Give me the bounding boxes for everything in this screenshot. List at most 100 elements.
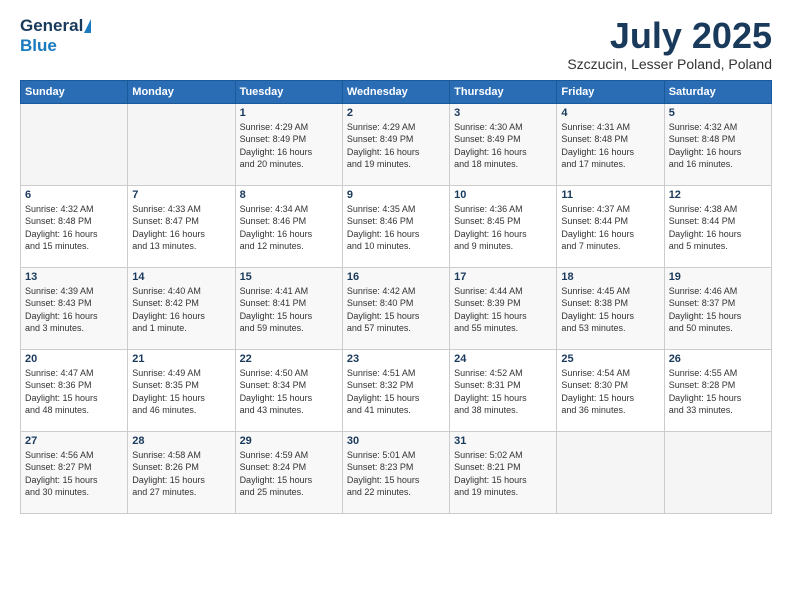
day-number: 23 (347, 353, 445, 365)
location: Szczucin, Lesser Poland, Poland (567, 56, 772, 72)
day-number: 9 (347, 189, 445, 201)
calendar-cell (557, 431, 664, 513)
header-thursday: Thursday (450, 80, 557, 103)
calendar-cell: 16Sunrise: 4:42 AM Sunset: 8:40 PM Dayli… (342, 267, 449, 349)
day-info: Sunrise: 4:32 AM Sunset: 8:48 PM Dayligh… (669, 121, 767, 171)
day-number: 8 (240, 189, 338, 201)
logo-arrow-icon (84, 19, 98, 33)
day-number: 4 (561, 107, 659, 119)
day-info: Sunrise: 4:32 AM Sunset: 8:48 PM Dayligh… (25, 203, 123, 253)
calendar-cell: 28 Sunrise: 4:58 AM Sunset: 8:26 PM Dayli… (128, 431, 235, 513)
header-monday: Monday (128, 80, 235, 103)
day-number: 31 (454, 435, 552, 447)
day-info: Sunrise: 4:50 AM Sunset: 8:34 PM Dayligh… (240, 367, 338, 417)
calendar-header-row: Sunday Monday Tuesday Wednesday Thursday… (21, 80, 772, 103)
calendar-cell (128, 103, 235, 185)
day-info: Sunrise: 4:47 AM Sunset: 8:36 PM Dayligh… (25, 367, 123, 417)
calendar-cell: 30 Sunrise: 5:01 AM Sunset: 8:23 PM Dayli… (342, 431, 449, 513)
day-info: Sunrise: 4:59 AM Sunset: 8:24 PM Dayligh… (240, 449, 338, 499)
day-info: Sunrise: 4:33 AM Sunset: 8:47 PM Dayligh… (132, 203, 230, 253)
header-saturday: Saturday (664, 80, 771, 103)
calendar-cell: 4 Sunrise: 4:31 AM Sunset: 8:48 PM Daylig… (557, 103, 664, 185)
calendar-cell: 2 Sunrise: 4:29 AM Sunset: 8:49 PM Daylig… (342, 103, 449, 185)
day-info: Sunrise: 5:02 AM Sunset: 8:21 PM Dayligh… (454, 449, 552, 499)
day-info: Sunrise: 4:39 AM Sunset: 8:43 PM Dayligh… (25, 285, 123, 335)
calendar-cell: 12Sunrise: 4:38 AM Sunset: 8:44 PM Dayli… (664, 185, 771, 267)
day-number: 18 (561, 271, 659, 283)
day-number: 27 (25, 435, 123, 447)
day-number: 5 (669, 107, 767, 119)
day-number: 13 (25, 271, 123, 283)
calendar-cell: 23 Sunrise: 4:51 AM Sunset: 8:32 PM Dayli… (342, 349, 449, 431)
day-number: 6 (25, 189, 123, 201)
day-number: 25 (561, 353, 659, 365)
calendar-cell: 29 Sunrise: 4:59 AM Sunset: 8:24 PM Dayli… (235, 431, 342, 513)
calendar-cell: 27Sunrise: 4:56 AM Sunset: 8:27 PM Dayli… (21, 431, 128, 513)
calendar-cell: 14Sunrise: 4:40 AM Sunset: 8:42 PM Dayli… (128, 267, 235, 349)
day-info: Sunrise: 4:49 AM Sunset: 8:35 PM Dayligh… (132, 367, 230, 417)
day-info: Sunrise: 4:51 AM Sunset: 8:32 PM Dayligh… (347, 367, 445, 417)
day-info: Sunrise: 5:01 AM Sunset: 8:23 PM Dayligh… (347, 449, 445, 499)
day-info: Sunrise: 4:38 AM Sunset: 8:44 PM Dayligh… (669, 203, 767, 253)
calendar-cell: 10 Sunrise: 4:36 AM Sunset: 8:45 PM Dayli… (450, 185, 557, 267)
day-info: Sunrise: 4:30 AM Sunset: 8:49 PM Dayligh… (454, 121, 552, 171)
week-row-1: 1 Sunrise: 4:29 AM Sunset: 8:49 PM Daylig… (21, 103, 772, 185)
calendar-cell: 3 Sunrise: 4:30 AM Sunset: 8:49 PM Daylig… (450, 103, 557, 185)
calendar-cell: 24Sunrise: 4:52 AM Sunset: 8:31 PM Dayli… (450, 349, 557, 431)
day-number: 3 (454, 107, 552, 119)
calendar-cell: 5 Sunrise: 4:32 AM Sunset: 8:48 PM Daylig… (664, 103, 771, 185)
week-row-4: 20Sunrise: 4:47 AM Sunset: 8:36 PM Dayli… (21, 349, 772, 431)
logo-general-text: General (20, 16, 83, 36)
day-number: 24 (454, 353, 552, 365)
day-number: 28 (132, 435, 230, 447)
calendar-cell: 19 Sunrise: 4:46 AM Sunset: 8:37 PM Dayli… (664, 267, 771, 349)
day-info: Sunrise: 4:31 AM Sunset: 8:48 PM Dayligh… (561, 121, 659, 171)
calendar-cell: 18Sunrise: 4:45 AM Sunset: 8:38 PM Dayli… (557, 267, 664, 349)
calendar-cell: 11 Sunrise: 4:37 AM Sunset: 8:44 PM Dayli… (557, 185, 664, 267)
day-info: Sunrise: 4:46 AM Sunset: 8:37 PM Dayligh… (669, 285, 767, 335)
week-row-2: 6 Sunrise: 4:32 AM Sunset: 8:48 PM Daylig… (21, 185, 772, 267)
logo-blue-text: Blue (20, 36, 57, 56)
month-title: July 2025 (567, 16, 772, 56)
day-number: 11 (561, 189, 659, 201)
calendar-cell: 13 Sunrise: 4:39 AM Sunset: 8:43 PM Dayli… (21, 267, 128, 349)
header-friday: Friday (557, 80, 664, 103)
day-number: 21 (132, 353, 230, 365)
day-number: 29 (240, 435, 338, 447)
day-number: 14 (132, 271, 230, 283)
day-info: Sunrise: 4:44 AM Sunset: 8:39 PM Dayligh… (454, 285, 552, 335)
day-number: 26 (669, 353, 767, 365)
calendar-cell: 31 Sunrise: 5:02 AM Sunset: 8:21 PM Dayli… (450, 431, 557, 513)
day-info: Sunrise: 4:36 AM Sunset: 8:45 PM Dayligh… (454, 203, 552, 253)
calendar-cell: 17Sunrise: 4:44 AM Sunset: 8:39 PM Dayli… (450, 267, 557, 349)
day-number: 19 (669, 271, 767, 283)
day-info: Sunrise: 4:58 AM Sunset: 8:26 PM Dayligh… (132, 449, 230, 499)
header-tuesday: Tuesday (235, 80, 342, 103)
day-info: Sunrise: 4:35 AM Sunset: 8:46 PM Dayligh… (347, 203, 445, 253)
page: General Blue July 2025 Szczucin, Lesser … (0, 0, 792, 612)
calendar-cell: 1 Sunrise: 4:29 AM Sunset: 8:49 PM Daylig… (235, 103, 342, 185)
logo: General Blue (20, 16, 98, 56)
calendar-cell (21, 103, 128, 185)
calendar-cell: 15Sunrise: 4:41 AM Sunset: 8:41 PM Dayli… (235, 267, 342, 349)
calendar-cell: 8 Sunrise: 4:34 AM Sunset: 8:46 PM Daylig… (235, 185, 342, 267)
calendar-cell: 7Sunrise: 4:33 AM Sunset: 8:47 PM Daylig… (128, 185, 235, 267)
calendar-cell: 26Sunrise: 4:55 AM Sunset: 8:28 PM Dayli… (664, 349, 771, 431)
day-info: Sunrise: 4:29 AM Sunset: 8:49 PM Dayligh… (240, 121, 338, 171)
day-info: Sunrise: 4:37 AM Sunset: 8:44 PM Dayligh… (561, 203, 659, 253)
header-sunday: Sunday (21, 80, 128, 103)
calendar-cell: 25Sunrise: 4:54 AM Sunset: 8:30 PM Dayli… (557, 349, 664, 431)
day-number: 22 (240, 353, 338, 365)
calendar-cell: 21 Sunrise: 4:49 AM Sunset: 8:35 PM Dayli… (128, 349, 235, 431)
day-number: 1 (240, 107, 338, 119)
day-info: Sunrise: 4:34 AM Sunset: 8:46 PM Dayligh… (240, 203, 338, 253)
week-row-5: 27Sunrise: 4:56 AM Sunset: 8:27 PM Dayli… (21, 431, 772, 513)
day-number: 30 (347, 435, 445, 447)
header-wednesday: Wednesday (342, 80, 449, 103)
day-info: Sunrise: 4:41 AM Sunset: 8:41 PM Dayligh… (240, 285, 338, 335)
day-number: 10 (454, 189, 552, 201)
day-number: 2 (347, 107, 445, 119)
week-row-3: 13 Sunrise: 4:39 AM Sunset: 8:43 PM Dayli… (21, 267, 772, 349)
day-info: Sunrise: 4:29 AM Sunset: 8:49 PM Dayligh… (347, 121, 445, 171)
calendar-cell: 20Sunrise: 4:47 AM Sunset: 8:36 PM Dayli… (21, 349, 128, 431)
